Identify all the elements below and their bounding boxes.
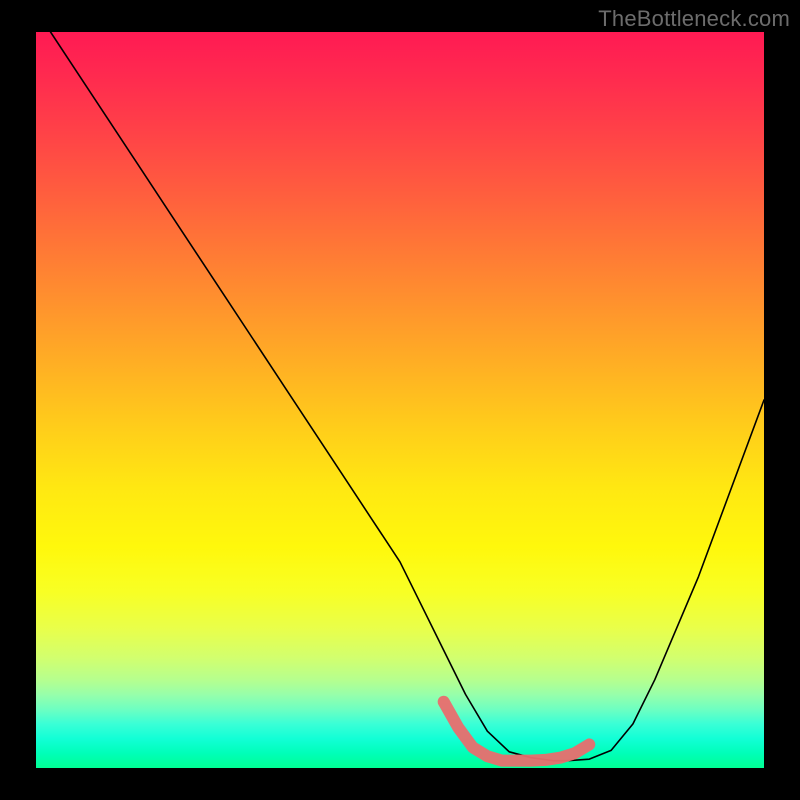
- bottleneck-curve: [36, 32, 764, 768]
- plot-area: [36, 32, 764, 768]
- highlighted-minimum: [36, 32, 764, 768]
- chart-frame: TheBottleneck.com: [0, 0, 800, 800]
- watermark-text: TheBottleneck.com: [598, 6, 790, 32]
